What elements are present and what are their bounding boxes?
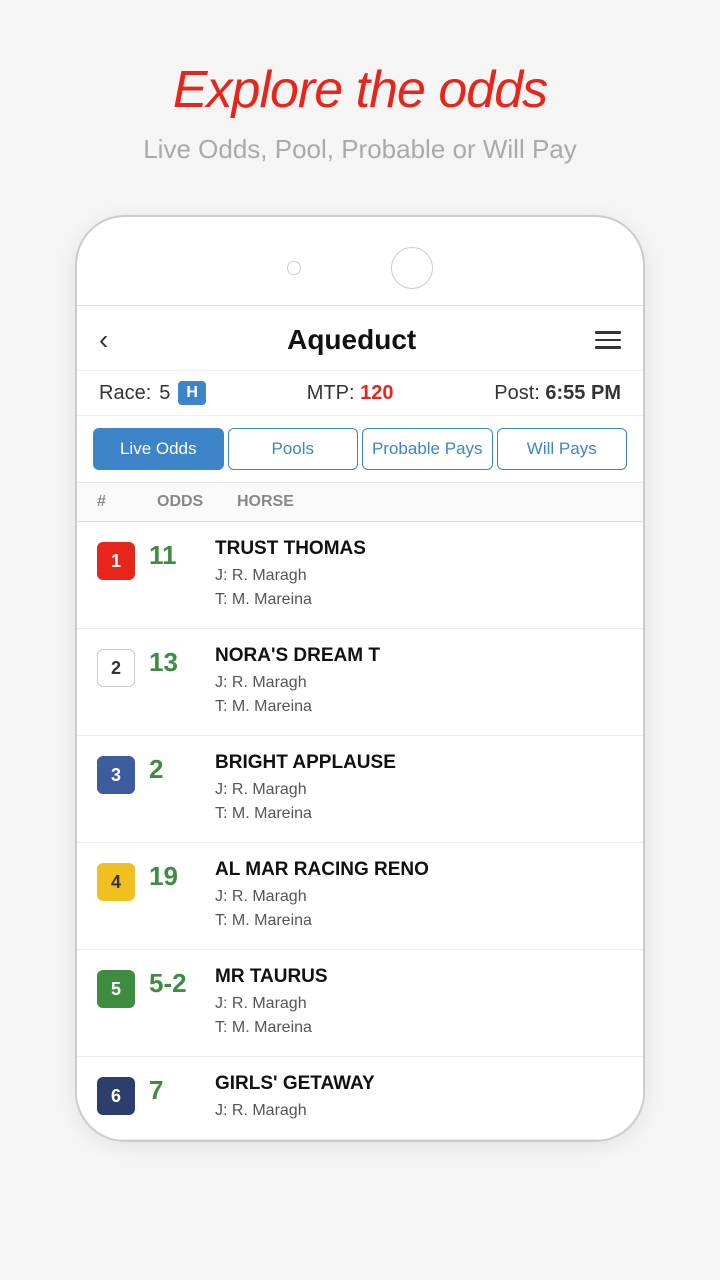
horse-number-badge: 6 — [97, 1077, 135, 1115]
menu-line-1 — [595, 331, 621, 334]
tabs-bar: Live Odds Pools Probable Pays Will Pays — [77, 416, 643, 483]
app-header: ‹ Aqueduct — [77, 306, 643, 371]
horse-info: GIRLS' GETAWAY J: R. Maragh — [215, 1073, 623, 1123]
hero-subtitle: Live Odds, Pool, Probable or Will Pay — [143, 134, 577, 165]
table-row[interactable]: 5 5-2 MR TAURUS J: R. Maragh T: M. Marei… — [77, 950, 643, 1057]
horse-name: NORA'S DREAM T — [215, 645, 623, 667]
race-number-section: Race: 5 H — [99, 381, 206, 405]
mtp-section: MTP: 120 — [307, 382, 394, 405]
post-section: Post: 6:55 PM — [494, 382, 621, 405]
horse-odds: 5-2 — [135, 966, 215, 999]
horse-name: BRIGHT APPLAUSE — [215, 752, 623, 774]
horse-trainer: T: M. Mareina — [215, 909, 623, 933]
horse-jockey: J: R. Maragh — [215, 671, 623, 695]
horse-odds: 11 — [135, 538, 215, 571]
horse-odds: 2 — [135, 752, 215, 785]
table-row[interactable]: 2 13 NORA'S DREAM T J: R. Maragh T: M. M… — [77, 629, 643, 736]
app-screen: ‹ Aqueduct Race: 5 H MTP: 120 Post: 6:55… — [77, 305, 643, 1140]
tab-pools[interactable]: Pools — [228, 428, 359, 470]
horse-number-badge: 5 — [97, 970, 135, 1008]
table-header: # ODDS HORSE — [77, 483, 643, 522]
race-badge: H — [178, 381, 206, 405]
col-header-num: # — [97, 493, 157, 511]
horse-jockey: J: R. Maragh — [215, 992, 623, 1016]
horse-name: TRUST THOMAS — [215, 538, 623, 560]
table-row[interactable]: 4 19 AL MAR RACING RENO J: R. Maragh T: … — [77, 843, 643, 950]
race-label: Race: — [99, 382, 151, 405]
back-button[interactable]: ‹ — [99, 326, 108, 354]
horse-jockey: J: R. Maragh — [215, 564, 623, 588]
horse-name: AL MAR RACING RENO — [215, 859, 623, 881]
tab-probable-pays[interactable]: Probable Pays — [362, 428, 493, 470]
post-label: Post: — [494, 382, 540, 404]
race-number: 5 — [159, 382, 170, 405]
horse-jockey: J: R. Maragh — [215, 885, 623, 909]
horse-name: GIRLS' GETAWAY — [215, 1073, 623, 1095]
horse-number-badge: 1 — [97, 542, 135, 580]
horse-info: MR TAURUS J: R. Maragh T: M. Mareina — [215, 966, 623, 1040]
table-row[interactable]: 3 2 BRIGHT APPLAUSE J: R. Maragh T: M. M… — [77, 736, 643, 843]
hero-title: Explore the odds — [173, 60, 547, 120]
mtp-label: MTP: — [307, 382, 355, 404]
hero-section: Explore the odds Live Odds, Pool, Probab… — [0, 0, 720, 195]
horse-info: BRIGHT APPLAUSE J: R. Maragh T: M. Marei… — [215, 752, 623, 826]
horse-odds: 13 — [135, 645, 215, 678]
tab-will-pays[interactable]: Will Pays — [497, 428, 628, 470]
horse-trainer: T: M. Mareina — [215, 1016, 623, 1040]
horse-number-badge: 3 — [97, 756, 135, 794]
table-row[interactable]: 1 11 TRUST THOMAS J: R. Maragh T: M. Mar… — [77, 522, 643, 629]
horse-number-badge: 2 — [97, 649, 135, 687]
phone-top-bar — [77, 237, 643, 305]
horse-odds: 7 — [135, 1073, 215, 1106]
horse-list: 1 11 TRUST THOMAS J: R. Maragh T: M. Mar… — [77, 522, 643, 1140]
phone-camera — [287, 261, 301, 275]
col-header-horse: HORSE — [237, 493, 623, 511]
race-info-bar: Race: 5 H MTP: 120 Post: 6:55 PM — [77, 371, 643, 416]
menu-line-2 — [595, 339, 621, 342]
horse-jockey: J: R. Maragh — [215, 1099, 623, 1123]
horse-trainer: T: M. Mareina — [215, 695, 623, 719]
phone-frame: ‹ Aqueduct Race: 5 H MTP: 120 Post: 6:55… — [75, 215, 645, 1142]
col-header-odds: ODDS — [157, 493, 237, 511]
horse-trainer: T: M. Mareina — [215, 588, 623, 612]
horse-info: AL MAR RACING RENO J: R. Maragh T: M. Ma… — [215, 859, 623, 933]
horse-odds: 19 — [135, 859, 215, 892]
horse-info: NORA'S DREAM T J: R. Maragh T: M. Marein… — [215, 645, 623, 719]
horse-trainer: T: M. Mareina — [215, 802, 623, 826]
phone-wrapper: ‹ Aqueduct Race: 5 H MTP: 120 Post: 6:55… — [75, 215, 645, 1142]
menu-line-3 — [595, 346, 621, 349]
page-title: Aqueduct — [287, 324, 416, 356]
phone-home-button — [391, 247, 433, 289]
horse-info: TRUST THOMAS J: R. Maragh T: M. Mareina — [215, 538, 623, 612]
table-row[interactable]: 6 7 GIRLS' GETAWAY J: R. Maragh — [77, 1057, 643, 1140]
horse-name: MR TAURUS — [215, 966, 623, 988]
menu-button[interactable] — [595, 331, 621, 349]
horse-jockey: J: R. Maragh — [215, 778, 623, 802]
mtp-value: 120 — [360, 382, 393, 404]
tab-live-odds[interactable]: Live Odds — [93, 428, 224, 470]
horse-number-badge: 4 — [97, 863, 135, 901]
post-time: 6:55 PM — [545, 382, 621, 404]
